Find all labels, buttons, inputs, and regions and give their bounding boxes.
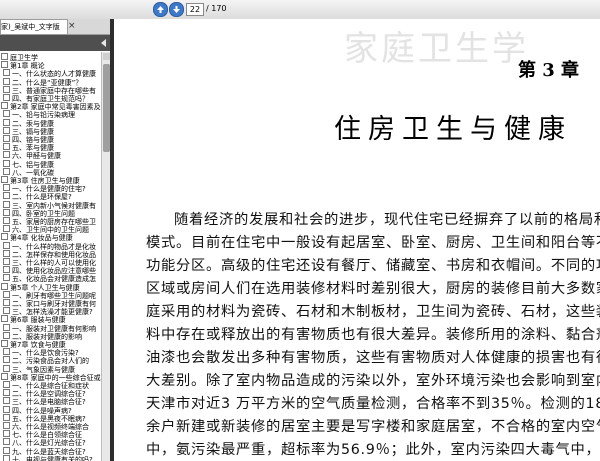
bookmark-expand-icon[interactable] [1,340,8,347]
bookmark-expand-icon[interactable] [3,356,10,364]
bookmark-expand-icon[interactable] [3,249,10,257]
bookmark-expand-icon[interactable] [3,143,10,151]
bookmark-expand-icon[interactable] [3,422,10,429]
paragraph-line: 余户新建或新装修的居室主要是写字楼和家庭居室，不合格的室内空气 [146,419,600,435]
bookmark-expand-icon[interactable] [3,430,10,438]
bookmark-expand-icon[interactable] [3,241,10,249]
bookmark-expand-icon[interactable] [3,94,10,101]
bookmark-expand-icon[interactable] [3,454,10,461]
paragraph-line: 天津市对近3 万平方米的空气质量检测，合格率不到35％。检测的180 [146,396,600,412]
bookmark-expand-icon[interactable] [3,225,10,233]
toolbar: 22 / 170 [0,0,600,20]
bookmark-expand-icon[interactable] [3,69,10,77]
bookmark-expand-icon[interactable] [3,438,10,446]
bookmark-expand-icon[interactable] [3,290,10,298]
bookmark-expand-icon[interactable] [1,102,8,110]
bookmark-expand-icon[interactable] [3,200,10,208]
bookmark-expand-icon[interactable] [3,331,10,339]
page-total-label: / 170 [206,4,227,13]
bookmark-item[interactable]: 十、电视与健康有关的吗? [3,454,93,461]
bookmark-expand-icon[interactable] [1,176,8,183]
bookmark-expand-icon[interactable] [3,184,10,192]
paragraph-line: 功能分区。高级的住宅还设有餐厅、储藏室、书房和衣帽间。不同的功能 [146,258,600,274]
paragraph-line: 中，氨污染最严重，超标率为56.9％；此外，室内污染四大毒气中，甲醛超标 [146,442,600,458]
bookmark-expand-icon[interactable] [1,315,8,323]
bookmark-expand-icon[interactable] [1,61,8,69]
bookmark-expand-icon[interactable] [3,381,10,388]
bookmark-expand-icon[interactable] [3,348,10,356]
next-page-button[interactable] [169,2,184,17]
previous-page-button[interactable] [153,2,168,17]
bookmark-expand-icon[interactable] [3,217,10,224]
bookmarks-tree: 庭卫生学 第1章 概论 一、什么状态的人才算健康 二、什么是“亚健康”？ 三、普通家庭中… [0,52,101,461]
arrow-down-icon [173,6,180,13]
bookmark-expand-icon[interactable] [3,307,10,315]
chapter-title: 住房卫生与健康 [334,114,572,145]
bookmark-expand-icon[interactable] [3,110,10,118]
paragraph-line: 模式。目前在住宅中一般设有起居室、卧室、厨房、卫生间和阳台等不同 [146,235,600,251]
paragraph-line: 油漆也会散发出多种有害物质，这些有害物质对人体健康的损害也有很 [146,350,600,366]
bookmark-expand-icon[interactable] [3,389,10,397]
bookmark-expand-icon[interactable] [3,192,10,200]
bookmark-expand-icon[interactable] [3,364,10,372]
bookmark-expand-icon[interactable] [3,274,10,282]
bookmark-expand-icon[interactable] [3,413,10,421]
bookmark-expand-icon[interactable] [3,151,10,159]
bookmark-expand-icon[interactable] [3,323,10,331]
paragraph-line: 随着经济的发展和社会的进步，现代住宅已经摒弃了以前的格局和 [174,212,600,228]
bookmark-label: 十、电视与健康有关的吗? [12,455,93,461]
arrow-up-icon [157,6,164,13]
paragraph-line: 料中存在或释放出的有害物质也有很大差异。装修所用的涂料、黏合剂、 [146,327,600,343]
bookmark-expand-icon[interactable] [3,135,10,142]
bookmark-expand-icon[interactable] [1,53,8,60]
bookmark-expand-icon[interactable] [3,299,10,306]
scroll-up-arrow-icon[interactable] [103,53,110,60]
bookmark-expand-icon[interactable] [3,405,10,413]
sidebar-tabbar: 家)_吴斌中_文字版 × [0,19,110,35]
page-number-input[interactable]: 22 [186,3,204,16]
bookmark-expand-icon[interactable] [3,266,10,274]
bookmark-expand-icon[interactable] [3,397,10,405]
bookmark-expand-icon[interactable] [1,233,8,241]
bookmark-expand-icon[interactable] [3,118,10,126]
bookmark-expand-icon[interactable] [3,77,10,85]
paragraph-line: 大差别。除了室内物品造成的污染以外，室外环境污染也会影响到室内。 [146,373,600,389]
bookmark-expand-icon[interactable] [3,258,10,265]
header-watermark: 家庭卫生学 [344,29,529,69]
bookmark-expand-icon[interactable] [1,282,8,290]
scroll-thumb[interactable] [103,64,110,152]
document-page: 家庭卫生学 第 3 章 住房卫生与健康 随着经济的发展和社会的进步，现代住宅已经… [114,19,600,461]
bookmark-expand-icon[interactable] [3,208,10,216]
bookmark-expand-icon[interactable] [3,126,10,134]
collapse-panel-icon[interactable] [101,39,106,47]
bookmark-expand-icon[interactable] [3,167,10,175]
chapter-number: 第 3 章 [518,60,580,81]
bookmark-expand-icon[interactable] [3,85,10,93]
bookmark-expand-icon[interactable] [3,159,10,167]
document-tab[interactable]: 家)_吴斌中_文字版 [0,19,68,34]
close-icon[interactable]: × [68,20,76,32]
paragraph-line: 庭采用的材料为瓷砖、石材和木制板材，卫生间为瓷砖、石材，这些装修材 [146,304,600,320]
bookmark-expand-icon[interactable] [1,372,8,380]
bookmark-expand-icon[interactable] [3,446,10,454]
bookmarks-panel-header [0,35,110,51]
paragraph-line: 区域或房间人们在选用装修材料时差别很大，厨房的装修目前大多数家 [146,281,600,297]
